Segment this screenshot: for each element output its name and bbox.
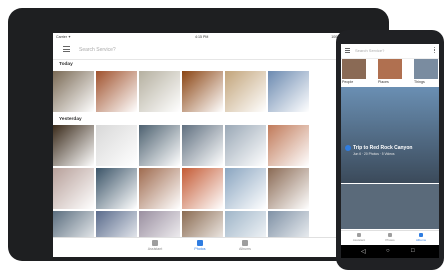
photo-thumbnail[interactable] (182, 168, 223, 209)
system-navigation-bar: ◁ ○ □ (341, 245, 439, 258)
photo-thumbnail[interactable] (96, 168, 137, 209)
photo-thumbnail[interactable] (268, 125, 309, 166)
albums-icon (419, 233, 423, 237)
photo-thumbnail[interactable] (53, 125, 94, 166)
places-label: Places (378, 80, 389, 84)
phone-device: Search Service? People Places Things Tri… (336, 30, 444, 270)
phone-nav-albums[interactable]: Albums (406, 233, 436, 242)
photo-thumbnail[interactable] (182, 125, 223, 166)
phone-nav-photos-label: Photos (385, 238, 395, 242)
phone-search-bar[interactable]: Search Service? (341, 44, 439, 59)
phone-more-icon[interactable] (434, 47, 436, 54)
phone-search-input[interactable]: Search Service? (355, 48, 384, 53)
photo-thumbnail[interactable] (139, 168, 180, 209)
photo-thumbnail[interactable] (139, 125, 180, 166)
phone-nav-photos[interactable]: Photos (375, 233, 405, 242)
nav-albums[interactable]: Albums (225, 240, 265, 251)
photo-thumbnail[interactable] (268, 168, 309, 209)
nav-albums-label: Albums (239, 247, 251, 251)
photo-grid-yesterday (53, 125, 309, 252)
nav-photos[interactable]: Photos (180, 240, 220, 251)
photo-thumbnail[interactable] (96, 125, 137, 166)
photo-thumbnail[interactable] (96, 71, 137, 112)
memory-title: Trip to Red Rock Canyon (353, 145, 413, 151)
status-carrier: Carrier ✦ (56, 35, 71, 39)
search-bar[interactable]: Search Service? (53, 41, 348, 60)
phone-menu-icon[interactable] (345, 48, 350, 54)
people-thumb[interactable] (342, 59, 366, 79)
tablet-screen: Carrier ✦ 4:15 PM 100% ▬ Search Service?… (53, 33, 348, 257)
photo-thumbnail[interactable] (225, 71, 266, 112)
bottom-navigation: Assistant Photos Albums (53, 237, 348, 257)
photo-grid-today (53, 71, 309, 112)
photos-icon (388, 233, 392, 237)
places-thumb[interactable] (378, 59, 402, 79)
recents-icon[interactable]: □ (411, 248, 415, 254)
nav-photos-label: Photos (194, 247, 206, 251)
assistant-icon (357, 233, 361, 237)
home-icon[interactable]: ○ (386, 248, 390, 254)
back-icon[interactable]: ◁ (361, 248, 366, 255)
menu-icon[interactable] (63, 46, 70, 52)
photo-thumbnail[interactable] (225, 168, 266, 209)
photo-thumbnail[interactable] (225, 125, 266, 166)
phone-nav-assistant-label: Assistant (352, 238, 366, 242)
photo-thumbnail[interactable] (139, 71, 180, 112)
status-time: 4:15 PM (195, 35, 209, 39)
nav-assistant-label: Assistant (147, 247, 163, 251)
assistant-icon (152, 240, 158, 246)
status-bar: Carrier ✦ 4:15 PM 100% ▬ (53, 33, 348, 41)
photo-thumbnail[interactable] (53, 71, 94, 112)
memory-subtitle: Jun 6 · 20 Photos · 5 Videos (353, 152, 395, 156)
people-label: People (342, 80, 354, 84)
albums-icon (242, 240, 248, 246)
tablet-device: Carrier ✦ 4:15 PM 100% ▬ Search Service?… (8, 8, 389, 261)
things-label: Things (414, 80, 425, 84)
things-thumb[interactable] (414, 59, 438, 79)
photo-thumbnail[interactable] (53, 168, 94, 209)
section-label-today: Today (59, 62, 73, 67)
photos-icon (197, 240, 203, 246)
phone-bottom-navigation: Assistant Photos Albums (341, 230, 439, 245)
category-thumbs: People Places Things (341, 59, 439, 85)
photo-thumbnail[interactable] (182, 71, 223, 112)
phone-nav-assistant[interactable]: Assistant (344, 233, 374, 242)
photo-row[interactable] (341, 184, 439, 229)
phone-screen: Search Service? People Places Things Tri… (341, 44, 439, 258)
photo-thumbnail[interactable] (268, 71, 309, 112)
nav-assistant[interactable]: Assistant (135, 240, 175, 251)
memory-card[interactable]: Trip to Red Rock Canyon Jun 6 · 20 Photo… (341, 87, 439, 183)
section-label-yesterday: Yesterday (59, 117, 82, 122)
search-input[interactable]: Search Service? (79, 47, 116, 53)
memory-badge-icon (345, 145, 351, 151)
phone-nav-albums-label: Albums (415, 238, 426, 242)
